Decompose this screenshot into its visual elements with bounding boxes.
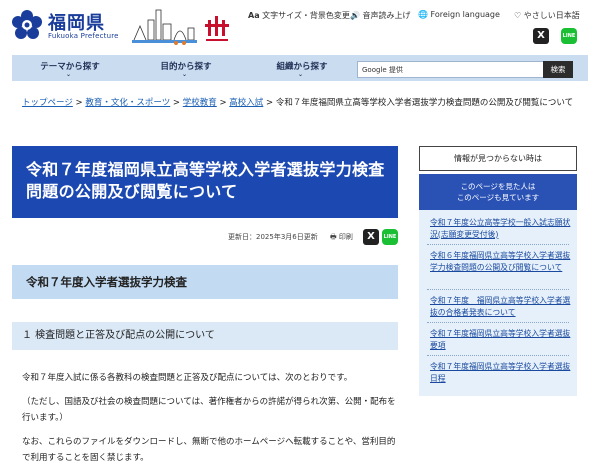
foreign-language-link[interactable]: 🌐 Foreign language [418, 10, 500, 19]
chevron-down-icon: ⌄ [66, 71, 72, 78]
text-size-icon: Aa [248, 11, 260, 20]
not-found-box[interactable]: 情報が見つからない時は [419, 146, 577, 171]
breadcrumb-education[interactable]: 教育・文化・スポーツ [85, 98, 170, 108]
city-illustration [132, 9, 197, 45]
text-size-link[interactable]: Aa 文字サイズ・背景色変更 [248, 10, 350, 21]
line-share-icon[interactable]: LINE [382, 229, 398, 245]
x-share-icon[interactable]: X [533, 28, 549, 44]
breadcrumb-school[interactable]: 学校教育 [183, 98, 217, 108]
line-share-icon[interactable]: LINE [561, 28, 577, 44]
body-paragraph: （ただし、国語及び社会の検査問題については、著作権者からの許諾が得られ次第、公開… [22, 397, 396, 423]
nav-item-theme[interactable]: テーマから探す ⌄ [12, 55, 128, 81]
easy-japanese-link[interactable]: ♡ やさしい日本語 [514, 10, 580, 21]
related-link[interactable]: 令和６年度福岡県立高等学校入学者選抜学力検査問題の公開及び閲覧について [430, 250, 572, 273]
printer-icon: 🖶 [330, 233, 337, 241]
divider [427, 244, 569, 245]
breadcrumb-top[interactable]: トップページ [22, 98, 73, 108]
search-button[interactable]: 検索 [543, 61, 573, 78]
nav-item-organization[interactable]: 組織から探す ⌄ [244, 55, 360, 81]
subsection-heading: １ 検査問題と正答及び配点の公開について [12, 322, 398, 350]
page-title: 令和７年度福岡県立高等学校入学者選抜学力検査 問題の公開及び閲覧について [12, 146, 398, 218]
site-logo[interactable]: 福岡県 Fukuoka Prefecture [12, 8, 130, 44]
breadcrumb-highschool[interactable]: 高校入試 [229, 98, 263, 108]
divider [427, 355, 569, 356]
breadcrumb: トップページ > 教育・文化・スポーツ > 学校教育 > 高校入試 > 令和７年… [22, 98, 574, 108]
chevron-down-icon: ⌄ [298, 71, 304, 78]
updated-date: 更新日：2025年3月6日更新 [228, 233, 318, 241]
breadcrumb-current: 令和７年度福岡県立高等学校入学者選抜学力検査問題の公開及び閲覧について [275, 98, 574, 108]
plum-flower-icon [12, 10, 42, 39]
search-input[interactable]: Google 提供 検索 [357, 61, 573, 78]
body-paragraph: 令和７年度入試に係る各教科の検査問題と正答及び配点については、次のとおりです。 [22, 373, 353, 383]
divider [427, 322, 569, 323]
search-provider-label: Google 提供 [362, 66, 403, 74]
section-heading: 令和７年度入学者選抜学力検査 [12, 265, 398, 299]
print-button[interactable]: 🖶 印刷 [330, 232, 353, 244]
related-pages-heading: このページを見た人は このページも見ています [419, 174, 577, 210]
globe-icon: 🌐 [418, 10, 428, 19]
logo-subtext: Fukuoka Prefecture [48, 32, 119, 40]
prefecture-mark-icon [205, 16, 229, 41]
related-link[interactable]: 令和７年度 福岡県立高等学校入学者選抜の合格者発表について [430, 295, 572, 318]
chevron-down-icon: ⌄ [182, 71, 188, 78]
heart-icon: ♡ [514, 11, 522, 20]
divider [427, 289, 569, 290]
related-link[interactable]: 令和７年度福岡県立高等学校入学者選抜日程 [430, 361, 572, 384]
related-link[interactable]: 令和７年度公立高等学校一般入試志願状況(志願変更受付後) [430, 217, 572, 240]
nav-item-purpose[interactable]: 目的から探す ⌄ [128, 55, 244, 81]
site-header: 福岡県 Fukuoka Prefecture Aa 文字サイズ・背景色変更 🔊 … [0, 0, 600, 52]
body-paragraph: なお、これらのファイルをダウンロードし、無断で他のホームページへ転載することや、… [22, 437, 396, 463]
read-aloud-link[interactable]: 🔊 音声読み上げ [350, 10, 411, 21]
speaker-icon: 🔊 [350, 11, 360, 20]
x-share-icon[interactable]: X [363, 229, 379, 245]
related-link[interactable]: 令和７年度福岡県立高等学校入学者選抜要項 [430, 328, 572, 351]
related-pages-panel: このページを見た人は このページも見ています 令和７年度公立高等学校一般入試志願… [419, 174, 577, 396]
